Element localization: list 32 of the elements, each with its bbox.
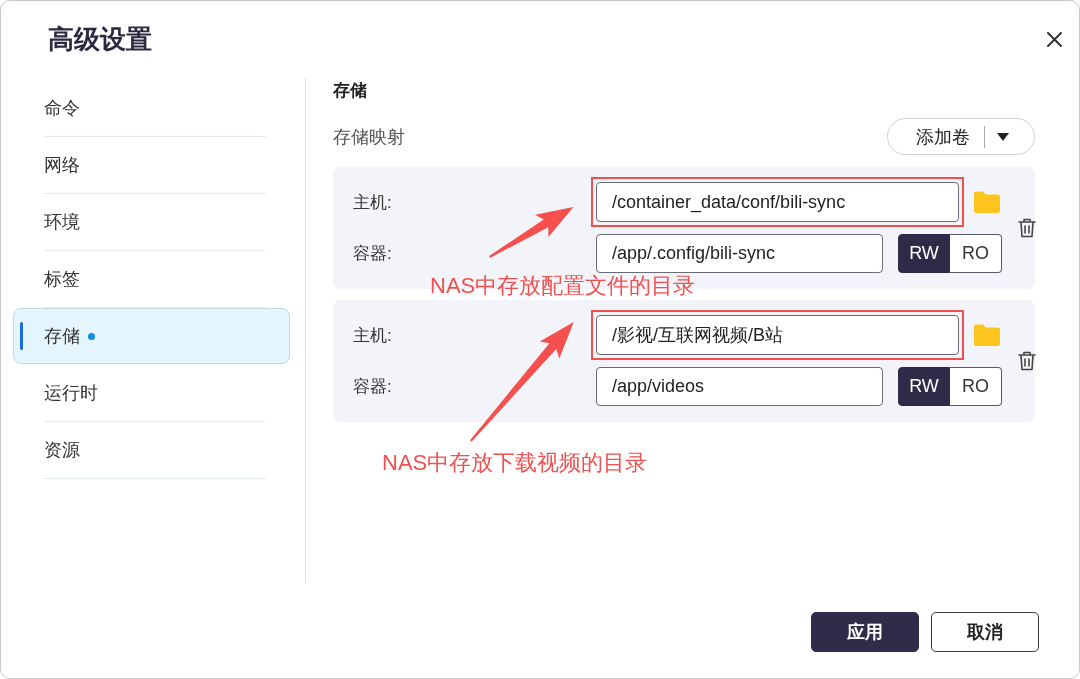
- host-label: 主机:: [353, 324, 392, 347]
- cancel-button[interactable]: 取消: [931, 612, 1039, 652]
- sidebar-item[interactable]: 环境: [13, 194, 290, 250]
- trash-icon[interactable]: [1018, 217, 1036, 238]
- section-heading: 存储: [333, 80, 367, 102]
- window-title: 高级设置: [48, 23, 152, 56]
- access-mode-option[interactable]: RO: [950, 367, 1002, 406]
- host-path-field[interactable]: /container_data/conf/bili-sync: [596, 182, 959, 222]
- mapping-label: 存储映射: [333, 125, 405, 149]
- host-label: 主机:: [353, 191, 392, 214]
- sidebar-item[interactable]: 运行时: [13, 365, 290, 421]
- sidebar-item[interactable]: 命令: [13, 80, 290, 136]
- container-label: 容器:: [353, 376, 392, 398]
- close-icon[interactable]: [1047, 32, 1062, 47]
- add-volume-button[interactable]: 添加卷: [887, 118, 1035, 155]
- host-path-field[interactable]: /影视/互联网视频/B站: [596, 315, 959, 355]
- access-mode-option[interactable]: RW: [898, 234, 950, 273]
- trash-icon[interactable]: [1018, 350, 1036, 371]
- active-indicator-icon: [20, 322, 23, 350]
- caret-down-icon[interactable]: [997, 132, 1009, 141]
- apply-button[interactable]: 应用: [811, 612, 919, 652]
- access-mode-option[interactable]: RO: [950, 234, 1002, 273]
- sidebar-item[interactable]: 存储: [13, 308, 290, 364]
- container-path-field[interactable]: /app/videos: [596, 367, 883, 406]
- access-mode-option[interactable]: RW: [898, 367, 950, 406]
- sidebar-item[interactable]: 资源: [13, 422, 290, 478]
- sidebar-item[interactable]: 网络: [13, 137, 290, 193]
- annotation-text: NAS中存放配置文件的目录: [430, 274, 696, 298]
- annotation-text: NAS中存放下载视频的目录: [382, 451, 648, 475]
- container-label: 容器:: [353, 243, 392, 265]
- container-path-field[interactable]: /app/.config/bili-sync: [596, 234, 883, 273]
- sidebar-item[interactable]: 标签: [13, 251, 290, 307]
